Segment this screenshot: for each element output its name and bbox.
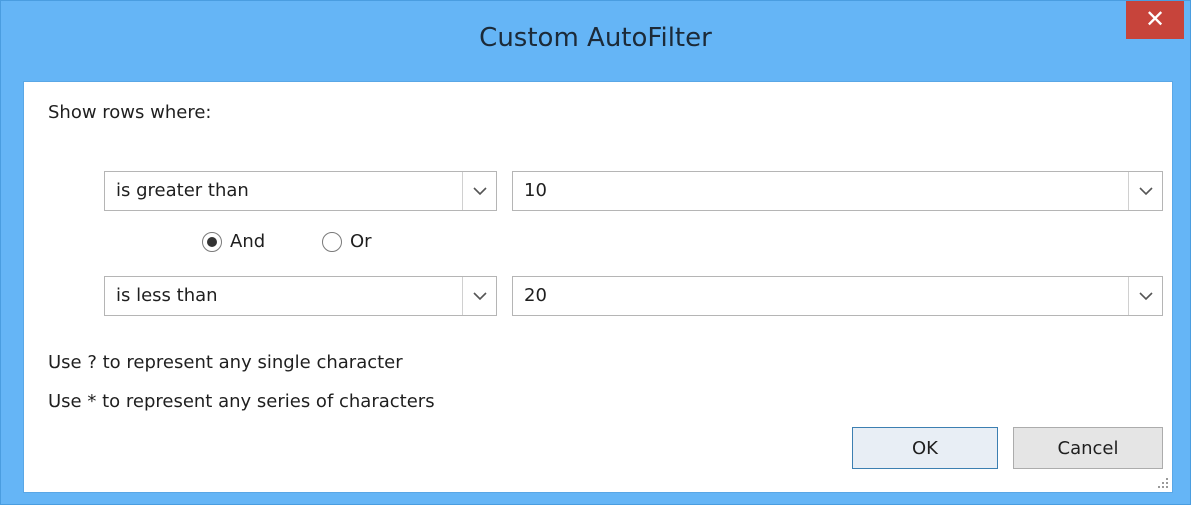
close-icon: ✕ [1144,5,1166,33]
operator-value-2: is less than [116,285,218,306]
show-rows-label: Show rows where: [48,102,212,123]
or-radio[interactable] [322,231,342,252]
dialog-title: Custom AutoFilter [479,23,712,53]
hint-single-char: Use ? to represent any single character [48,352,403,373]
title-bar[interactable]: Custom AutoFilter ✕ [1,1,1190,79]
resize-grip-icon[interactable] [1157,477,1169,489]
and-radio[interactable] [202,231,222,252]
value-text-1[interactable]: 10 [524,180,547,201]
dialog-window: Custom AutoFilter ✕ Show rows where: is … [0,0,1191,505]
chevron-down-icon[interactable] [1128,172,1162,210]
chevron-down-icon[interactable] [462,277,496,315]
operator-select-2[interactable]: is less than [104,276,497,316]
cancel-button[interactable]: Cancel [1013,427,1163,469]
operator-select-1[interactable]: is greater than [104,171,497,211]
chevron-down-icon[interactable] [462,172,496,210]
ok-button[interactable]: OK [852,427,998,469]
operator-value-1: is greater than [116,180,249,201]
close-button[interactable]: ✕ [1126,1,1184,39]
value-text-2[interactable]: 20 [524,285,547,306]
or-option[interactable]: Or [322,231,372,252]
and-option[interactable]: And [202,231,265,252]
value-combo-2[interactable]: 20 [512,276,1163,316]
dialog-content: Show rows where: is greater than 10 And … [23,81,1173,493]
chevron-down-icon[interactable] [1128,277,1162,315]
and-label: And [230,231,266,252]
hint-series-chars: Use * to represent any series of charact… [48,391,435,412]
value-combo-1[interactable]: 10 [512,171,1163,211]
or-label: Or [350,231,372,252]
